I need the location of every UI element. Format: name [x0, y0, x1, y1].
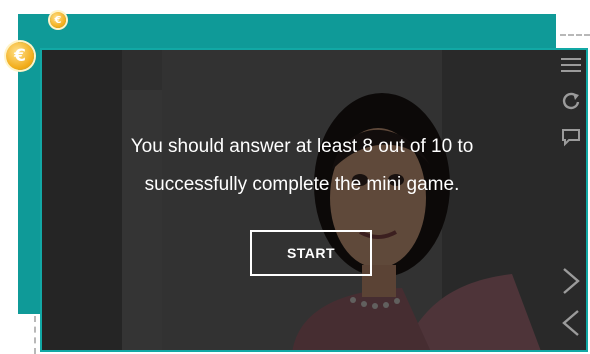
menu-icon[interactable]	[556, 50, 586, 80]
instruction-message: You should answer at least 8 out of 10 t…	[42, 128, 562, 204]
chat-icon[interactable]	[556, 122, 586, 152]
coin-symbol: €	[14, 46, 26, 66]
game-stage: € You should answer at least 8 out of 10…	[0, 0, 590, 354]
mini-game-frame: You should answer at least 8 out of 10 t…	[40, 48, 588, 352]
start-button[interactable]: START	[250, 230, 372, 276]
replay-icon[interactable]	[556, 86, 586, 116]
dashed-guide-left	[34, 316, 36, 354]
instruction-line-1: You should answer at least 8 out of 10 t…	[130, 136, 474, 157]
side-controls	[556, 50, 586, 350]
coin-icon: €	[6, 42, 34, 70]
next-icon[interactable]	[556, 262, 586, 300]
previous-icon[interactable]	[556, 304, 586, 342]
dashed-guide-top	[560, 34, 590, 36]
instruction-line-2: successfully complete the mini game.	[144, 174, 460, 195]
coin-symbol: €	[54, 14, 62, 26]
coin-icon: €	[50, 12, 66, 28]
